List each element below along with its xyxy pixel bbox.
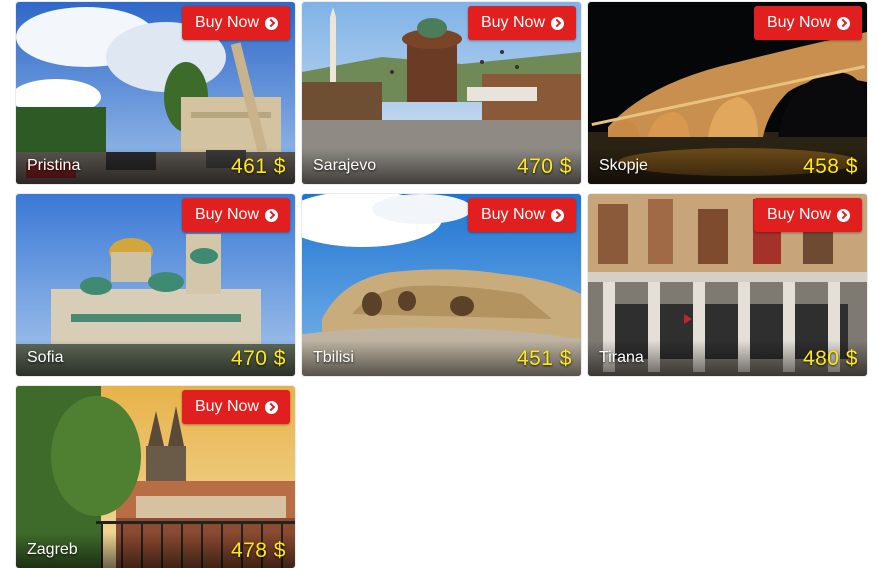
chevron-circle-right-icon [837, 208, 850, 222]
buy-now-button[interactable]: Buy Now [467, 6, 576, 40]
city-name: Zagreb [27, 541, 78, 558]
buy-now-label: Buy Now [194, 206, 259, 223]
chevron-circle-right-icon [837, 16, 850, 30]
city-name: Sarajevo [313, 157, 377, 174]
price: 458 $ [802, 155, 858, 178]
city-name: Tirana [599, 349, 644, 366]
buy-now-label: Buy Now [194, 14, 259, 31]
chevron-circle-right-icon [265, 16, 278, 30]
price: 451 $ [516, 347, 572, 370]
destination-card-pristina[interactable]: Buy Now Pristina 461 $ [16, 2, 295, 184]
buy-now-label: Buy Now [480, 14, 545, 31]
price: 480 $ [802, 347, 858, 370]
buy-now-button[interactable]: Buy Now [181, 6, 290, 40]
city-name: Pristina [27, 157, 81, 174]
chevron-circle-right-icon [265, 400, 278, 414]
destination-card-sofia[interactable]: Buy Now Sofia 470 $ [16, 194, 295, 376]
chevron-circle-right-icon [265, 208, 278, 222]
buy-now-button[interactable]: Buy Now [467, 198, 576, 232]
destination-card-tirana[interactable]: Buy Now Tirana 480 $ [588, 194, 867, 376]
city-name: Sofia [27, 349, 64, 366]
chevron-circle-right-icon [551, 16, 564, 30]
price: 478 $ [230, 539, 286, 562]
buy-now-button[interactable]: Buy Now [181, 390, 290, 424]
price: 461 $ [230, 155, 286, 178]
buy-now-label: Buy Now [766, 14, 831, 31]
destination-card-skopje[interactable]: Buy Now Skopje 458 $ [588, 2, 867, 184]
buy-now-button[interactable]: Buy Now [753, 198, 862, 232]
buy-now-button[interactable]: Buy Now [753, 6, 862, 40]
price: 470 $ [230, 347, 286, 370]
destination-card-sarajevo[interactable]: Buy Now Sarajevo 470 $ [302, 2, 581, 184]
city-name: Skopje [599, 157, 648, 174]
chevron-circle-right-icon [551, 208, 564, 222]
buy-now-label: Buy Now [766, 206, 831, 223]
destination-card-tbilisi[interactable]: Buy Now Tbilisi 451 $ [302, 194, 581, 376]
buy-now-label: Buy Now [480, 206, 545, 223]
buy-now-label: Buy Now [194, 398, 259, 415]
price: 470 $ [516, 155, 572, 178]
city-name: Tbilisi [313, 349, 354, 366]
destination-card-zagreb[interactable]: Buy Now Zagreb 478 $ [16, 386, 295, 568]
buy-now-button[interactable]: Buy Now [181, 198, 290, 232]
destination-grid: Buy Now Pristina 461 $ Buy Now Sarajevo … [0, 0, 877, 568]
